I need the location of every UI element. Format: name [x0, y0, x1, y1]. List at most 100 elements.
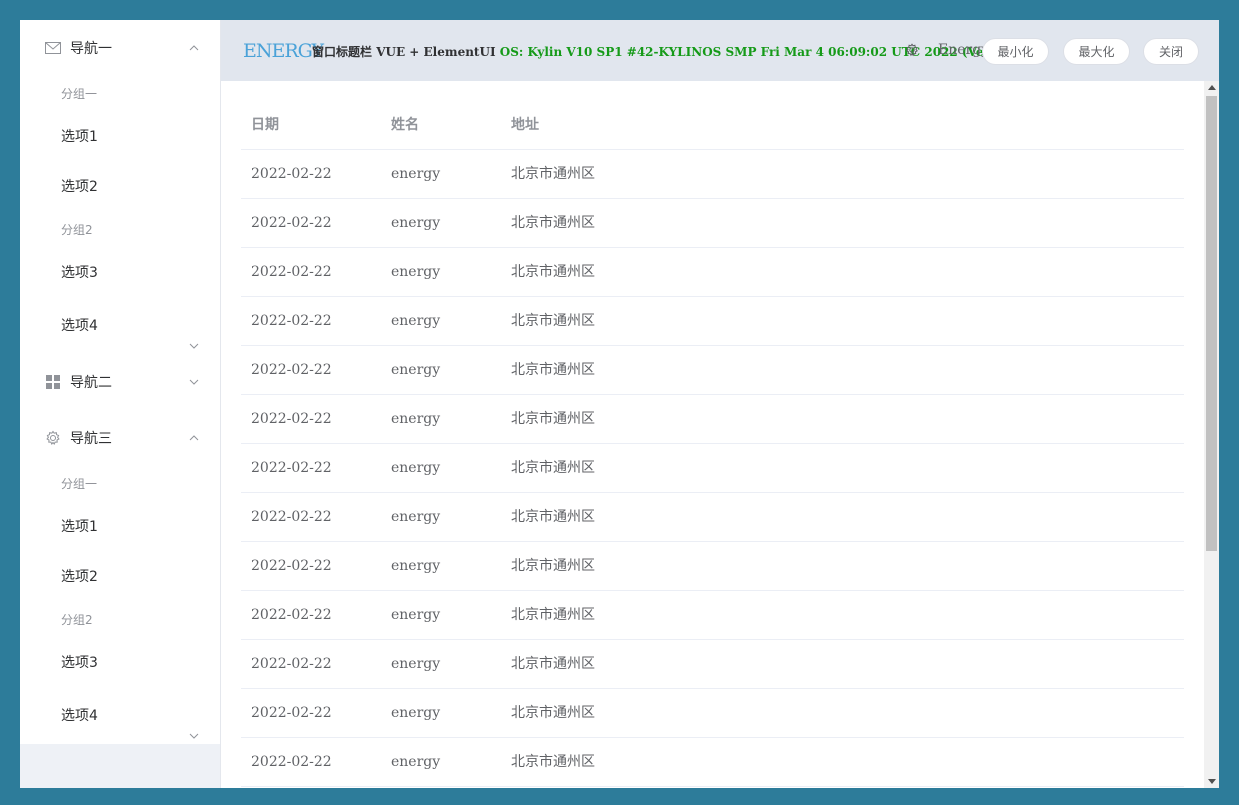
- nav-three-group-two-title: 分组2: [61, 613, 93, 627]
- date-cell: 2022-02-22: [251, 509, 332, 525]
- submenu-label: 选项4: [61, 708, 98, 724]
- address-cell: 北京市通州区: [511, 509, 595, 525]
- gear-icon: [44, 429, 62, 447]
- framework-label: VUE + ElementUI: [376, 45, 496, 59]
- nav-three-option-3[interactable]: 选项3: [20, 638, 220, 688]
- date-cell: 2022-02-22: [251, 754, 332, 770]
- nav-one-option-2[interactable]: 选项2: [20, 162, 220, 212]
- nav-three-submenu-option-4[interactable]: 选项4: [20, 688, 220, 744]
- column-header-date[interactable]: 日期: [251, 101, 279, 149]
- chevron-up-icon: [188, 42, 200, 54]
- chevron-up-icon: [188, 432, 200, 444]
- date-cell: 2022-02-22: [251, 411, 332, 427]
- nav-one-option-3[interactable]: 选项3: [20, 248, 220, 298]
- name-cell: energy: [391, 656, 441, 672]
- name-cell: energy: [391, 313, 441, 329]
- address-cell: 北京市通州区: [511, 264, 595, 280]
- date-cell: 2022-02-22: [251, 313, 332, 329]
- address-cell: 北京市通州区: [511, 754, 595, 770]
- address-cell: 北京市通州区: [511, 787, 595, 788]
- table-row[interactable]: 2022-02-22 energy 北京市通州区: [241, 591, 1184, 640]
- name-cell: energy: [391, 362, 441, 378]
- table-row[interactable]: 2022-02-22 energy 北京市通州区: [241, 297, 1184, 346]
- date-cell: 2022-02-22: [251, 705, 332, 721]
- name-cell: energy: [391, 460, 441, 476]
- table-row[interactable]: 2022-02-22 energy 北京市通州区: [241, 346, 1184, 395]
- table-row[interactable]: 2022-02-22 energy 北京市通州区: [241, 199, 1184, 248]
- address-cell: 北京市通州区: [511, 705, 595, 721]
- nav-three-label: 导航三: [70, 431, 112, 447]
- column-header-name[interactable]: 姓名: [391, 101, 419, 149]
- title-bar[interactable]: ENERGY 窗口标题栏 VUE + ElementUI OS: Kylin V…: [221, 20, 1219, 81]
- address-cell: 北京市通州区: [511, 460, 595, 476]
- name-cell: energy: [391, 264, 441, 280]
- table-row[interactable]: 2022-02-22 energy 北京市通州区: [241, 640, 1184, 689]
- nav-one-submenu-option-4[interactable]: 选项4: [20, 298, 220, 354]
- sidebar: 导航一 分组一 选项1 选项2 分组2 选项3 选项4 导航二 导航三 分组一 …: [20, 20, 221, 788]
- table-row[interactable]: 2022-02-22 energy 北京市通州区: [241, 689, 1184, 738]
- nav-three-option-1[interactable]: 选项1: [20, 502, 220, 552]
- nav-one-label: 导航一: [70, 41, 112, 57]
- title-label: 窗口标题栏: [312, 45, 373, 59]
- close-button[interactable]: 关闭: [1143, 38, 1199, 65]
- nav-two-header[interactable]: 导航二: [20, 354, 220, 410]
- address-cell: 北京市通州区: [511, 656, 595, 672]
- table-row[interactable]: 2022-02-22 energy 北京市通州区: [241, 150, 1184, 199]
- table-body: 2022-02-22 energy 北京市通州区 2022-02-22 energy 北京…: [241, 150, 1184, 788]
- column-header-address[interactable]: 地址: [511, 101, 539, 149]
- nav-three-group-one-title: 分组一: [61, 477, 98, 491]
- address-cell: 北京市通州区: [511, 362, 595, 378]
- sidebar-menu: 导航一 分组一 选项1 选项2 分组2 选项3 选项4 导航二 导航三 分组一 …: [20, 20, 220, 744]
- date-cell: 2022-02-22: [251, 787, 332, 788]
- nav-three-header[interactable]: 导航三: [20, 410, 220, 466]
- nav-two-label: 导航二: [70, 375, 112, 391]
- chevron-down-icon: [188, 320, 200, 349]
- name-cell: energy: [391, 509, 441, 525]
- address-cell: 北京市通州区: [511, 166, 595, 182]
- table-row[interactable]: 2022-02-22 energy 北京市通州区: [241, 542, 1184, 591]
- settings-icon[interactable]: [905, 42, 919, 57]
- date-cell: 2022-02-22: [251, 362, 332, 378]
- date-cell: 2022-02-22: [251, 460, 332, 476]
- data-table: 日期 姓名 地址 2022-02-22 energy 北京市通州区 2022-02-2…: [241, 101, 1184, 788]
- name-cell: energy: [391, 705, 441, 721]
- main-content: 日期 姓名 地址 2022-02-22 energy 北京市通州区 2022-02-2…: [221, 81, 1219, 788]
- name-cell: energy: [391, 558, 441, 574]
- name-cell: energy: [391, 754, 441, 770]
- scroll-down-arrow-icon[interactable]: [1208, 779, 1216, 784]
- vertical-scrollbar[interactable]: [1204, 81, 1219, 788]
- grid-icon: [44, 373, 62, 391]
- chevron-down-icon: [188, 710, 200, 739]
- address-cell: 北京市通州区: [511, 411, 595, 427]
- nav-one-header[interactable]: 导航一: [20, 20, 220, 76]
- scroll-up-arrow-icon[interactable]: [1208, 85, 1216, 90]
- date-cell: 2022-02-22: [251, 264, 332, 280]
- nav-one-option-1[interactable]: 选项1: [20, 112, 220, 162]
- chevron-down-icon: [188, 376, 200, 388]
- name-cell: energy: [391, 787, 440, 788]
- table-row[interactable]: 2022-02-22 energy 北京市通州区: [241, 738, 1184, 787]
- table-row[interactable]: 2022-02-22 energy 北京市通州区: [241, 248, 1184, 297]
- date-cell: 2022-02-22: [251, 215, 332, 231]
- scrollbar-thumb[interactable]: [1206, 96, 1217, 551]
- mail-icon: [44, 39, 62, 57]
- address-cell: 北京市通州区: [511, 215, 595, 231]
- table-row[interactable]: 2022-02-22 energy 北京市通州区: [241, 395, 1184, 444]
- maximize-button[interactable]: 最大化: [1063, 38, 1130, 65]
- table-row[interactable]: 2022-02-22 energy 北京市通州区: [241, 493, 1184, 542]
- name-cell: energy: [391, 166, 441, 182]
- nav-three-option-2[interactable]: 选项2: [20, 552, 220, 602]
- submenu-label: 选项4: [61, 318, 98, 334]
- date-cell: 2022-02-22: [251, 558, 332, 574]
- name-cell: energy: [391, 411, 441, 427]
- app-window: 导航一 分组一 选项1 选项2 分组2 选项3 选项4 导航二 导航三 分组一 …: [20, 20, 1219, 788]
- date-cell: 2022-02-22: [251, 166, 332, 182]
- nav-one-group-two-title: 分组2: [61, 223, 93, 237]
- table-row[interactable]: 2022-02-22 energy 北京市通州区: [241, 787, 1184, 788]
- date-cell: 2022-02-22: [251, 607, 332, 623]
- table-header-row: 日期 姓名 地址: [241, 101, 1184, 150]
- address-cell: 北京市通州区: [511, 313, 595, 329]
- address-cell: 北京市通州区: [511, 558, 595, 574]
- table-row[interactable]: 2022-02-22 energy 北京市通州区: [241, 444, 1184, 493]
- minimize-button[interactable]: 最小化: [982, 38, 1049, 65]
